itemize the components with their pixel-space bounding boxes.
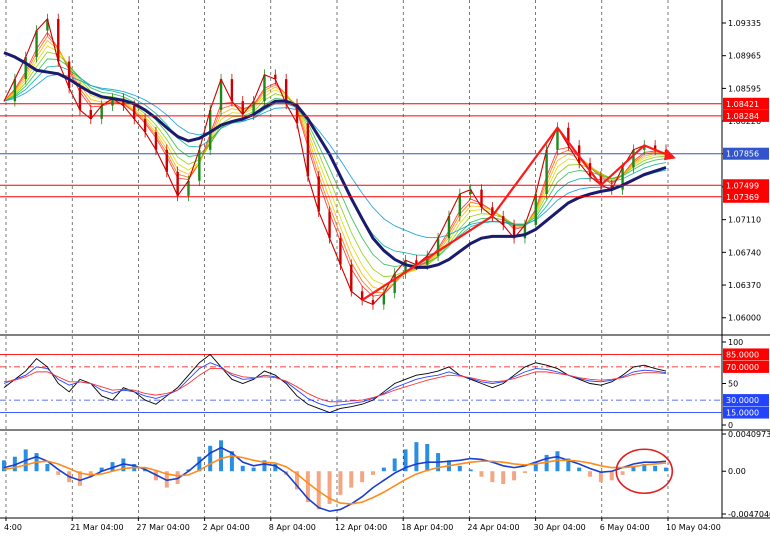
candle-body (219, 79, 223, 111)
candle-body (230, 79, 234, 102)
candle-body (339, 238, 342, 265)
candle-body (545, 149, 548, 195)
candle-body (13, 79, 17, 102)
price-tick-label: 1.08595 (728, 84, 761, 93)
macd-histogram-bar (370, 471, 375, 475)
x-tick-label: 21 Mar 04:00 (70, 523, 123, 532)
candle-body (176, 171, 179, 196)
macd-histogram-bar (338, 471, 343, 495)
price-level-label: 1.07499 (726, 181, 759, 190)
osc-level-label: 85.0000 (726, 350, 759, 359)
x-tick-label: 12 Apr 04:00 (335, 523, 387, 532)
candle-body (263, 74, 266, 102)
candle-body (35, 30, 38, 58)
price-tick-label: 1.09335 (728, 19, 761, 28)
candle-body (317, 176, 320, 212)
macd-histogram-bar (45, 463, 50, 472)
macd-histogram-bar (457, 465, 462, 472)
price-level-label: 1.08284 (726, 112, 759, 121)
macd-histogram-bar (653, 465, 658, 472)
candle-body (100, 105, 103, 119)
candle-body (67, 61, 71, 88)
macd-histogram-bar (522, 471, 527, 474)
candle-body (241, 101, 244, 115)
macd-histogram-bar (512, 471, 517, 481)
macd-histogram-bar (56, 471, 61, 475)
chart-svg: 1.093351.089651.085951.082261.078561.074… (0, 0, 770, 532)
chart-root: 1.093351.089651.085951.082261.078561.074… (0, 0, 770, 538)
candle-body (78, 87, 82, 111)
candle-body (480, 189, 483, 208)
macd-histogram-bar (251, 467, 256, 472)
macd-histogram-bar (577, 467, 582, 472)
price-tick-label: 1.07110 (728, 216, 761, 225)
candle-body (350, 264, 353, 292)
candle-body (306, 123, 310, 177)
price-tick-label: 1.06370 (728, 281, 761, 290)
candle-body (534, 194, 537, 225)
macd-histogram-bar (468, 469, 473, 472)
price-tick-label: 1.06740 (728, 248, 761, 257)
candle-body (24, 57, 27, 80)
macd-histogram-bar (360, 471, 365, 483)
macd-tick-label: 0.00 (728, 467, 746, 476)
macd-histogram-bar (479, 471, 484, 477)
price-level-label: 1.07856 (726, 150, 759, 159)
candle-body (165, 149, 168, 172)
osc-line (3, 353, 667, 414)
x-tick-label: 6 May 04:00 (600, 523, 650, 532)
x-tick-label: 18 Apr 04:00 (401, 523, 453, 532)
osc-tick-label: 0 (728, 421, 733, 430)
price-level-label: 1.07369 (726, 193, 759, 202)
x-tick-label: 30 Apr 04:00 (534, 523, 586, 532)
macd-line (3, 446, 667, 513)
macd-tick-label: 0.0040973 (728, 430, 770, 439)
candle-body (187, 180, 190, 196)
macd-histogram-bar (609, 471, 614, 481)
wave-arrowhead (664, 148, 676, 161)
price-tick-label: 1.08965 (728, 52, 761, 61)
osc-level-label: 70.0000 (726, 363, 759, 372)
macd-histogram-bar (349, 471, 354, 488)
x-tick-label: 2 Apr 04:00 (203, 523, 250, 532)
candle-body (556, 127, 559, 150)
macd-histogram-bar (208, 445, 213, 472)
macd-histogram-bar (620, 471, 625, 475)
macd-histogram-bar (381, 467, 386, 472)
candle-body (198, 149, 201, 181)
osc-level-label: 15.0000 (726, 409, 759, 418)
candle-body (458, 194, 462, 217)
price-tick-label: 1.06000 (728, 314, 761, 323)
candle-body (133, 105, 136, 119)
candle-body (57, 19, 60, 62)
candle-body (393, 273, 396, 293)
x-tick-label: 27 Mar 04:00 (136, 523, 189, 532)
macd-histogram-bar (425, 443, 430, 472)
candle-body (154, 132, 158, 150)
osc-tick-label: 100 (728, 338, 743, 347)
price-close-line (3, 17, 667, 306)
macd-histogram-bar (392, 458, 397, 472)
macd-tick-label: -0.0047046 (728, 510, 770, 519)
candle-body (447, 216, 451, 239)
x-tick-label: 10 May 04:00 (666, 523, 721, 532)
macd-histogram-bar (219, 440, 224, 472)
osc-tick-label: 50 (728, 380, 738, 389)
x-tick-label: 24 Apr 04:00 (467, 523, 519, 532)
macd-histogram-bar (588, 471, 593, 477)
macd-histogram-bar (490, 471, 495, 483)
osc-level-label: 30.0000 (726, 396, 759, 405)
candle-body (632, 149, 635, 168)
macd-histogram-bar (240, 465, 245, 472)
candle-body (382, 292, 386, 305)
x-tick-label: 4:00 (4, 523, 22, 532)
macd-histogram-bar (414, 442, 419, 472)
candle-body (436, 238, 440, 256)
price-level-label: 1.08421 (726, 100, 759, 109)
x-tick-label: 8 Apr 04:00 (269, 523, 316, 532)
candle-body (328, 211, 331, 239)
macd-histogram-bar (664, 467, 668, 472)
candle-body (143, 118, 147, 133)
macd-histogram-bar (501, 471, 506, 484)
